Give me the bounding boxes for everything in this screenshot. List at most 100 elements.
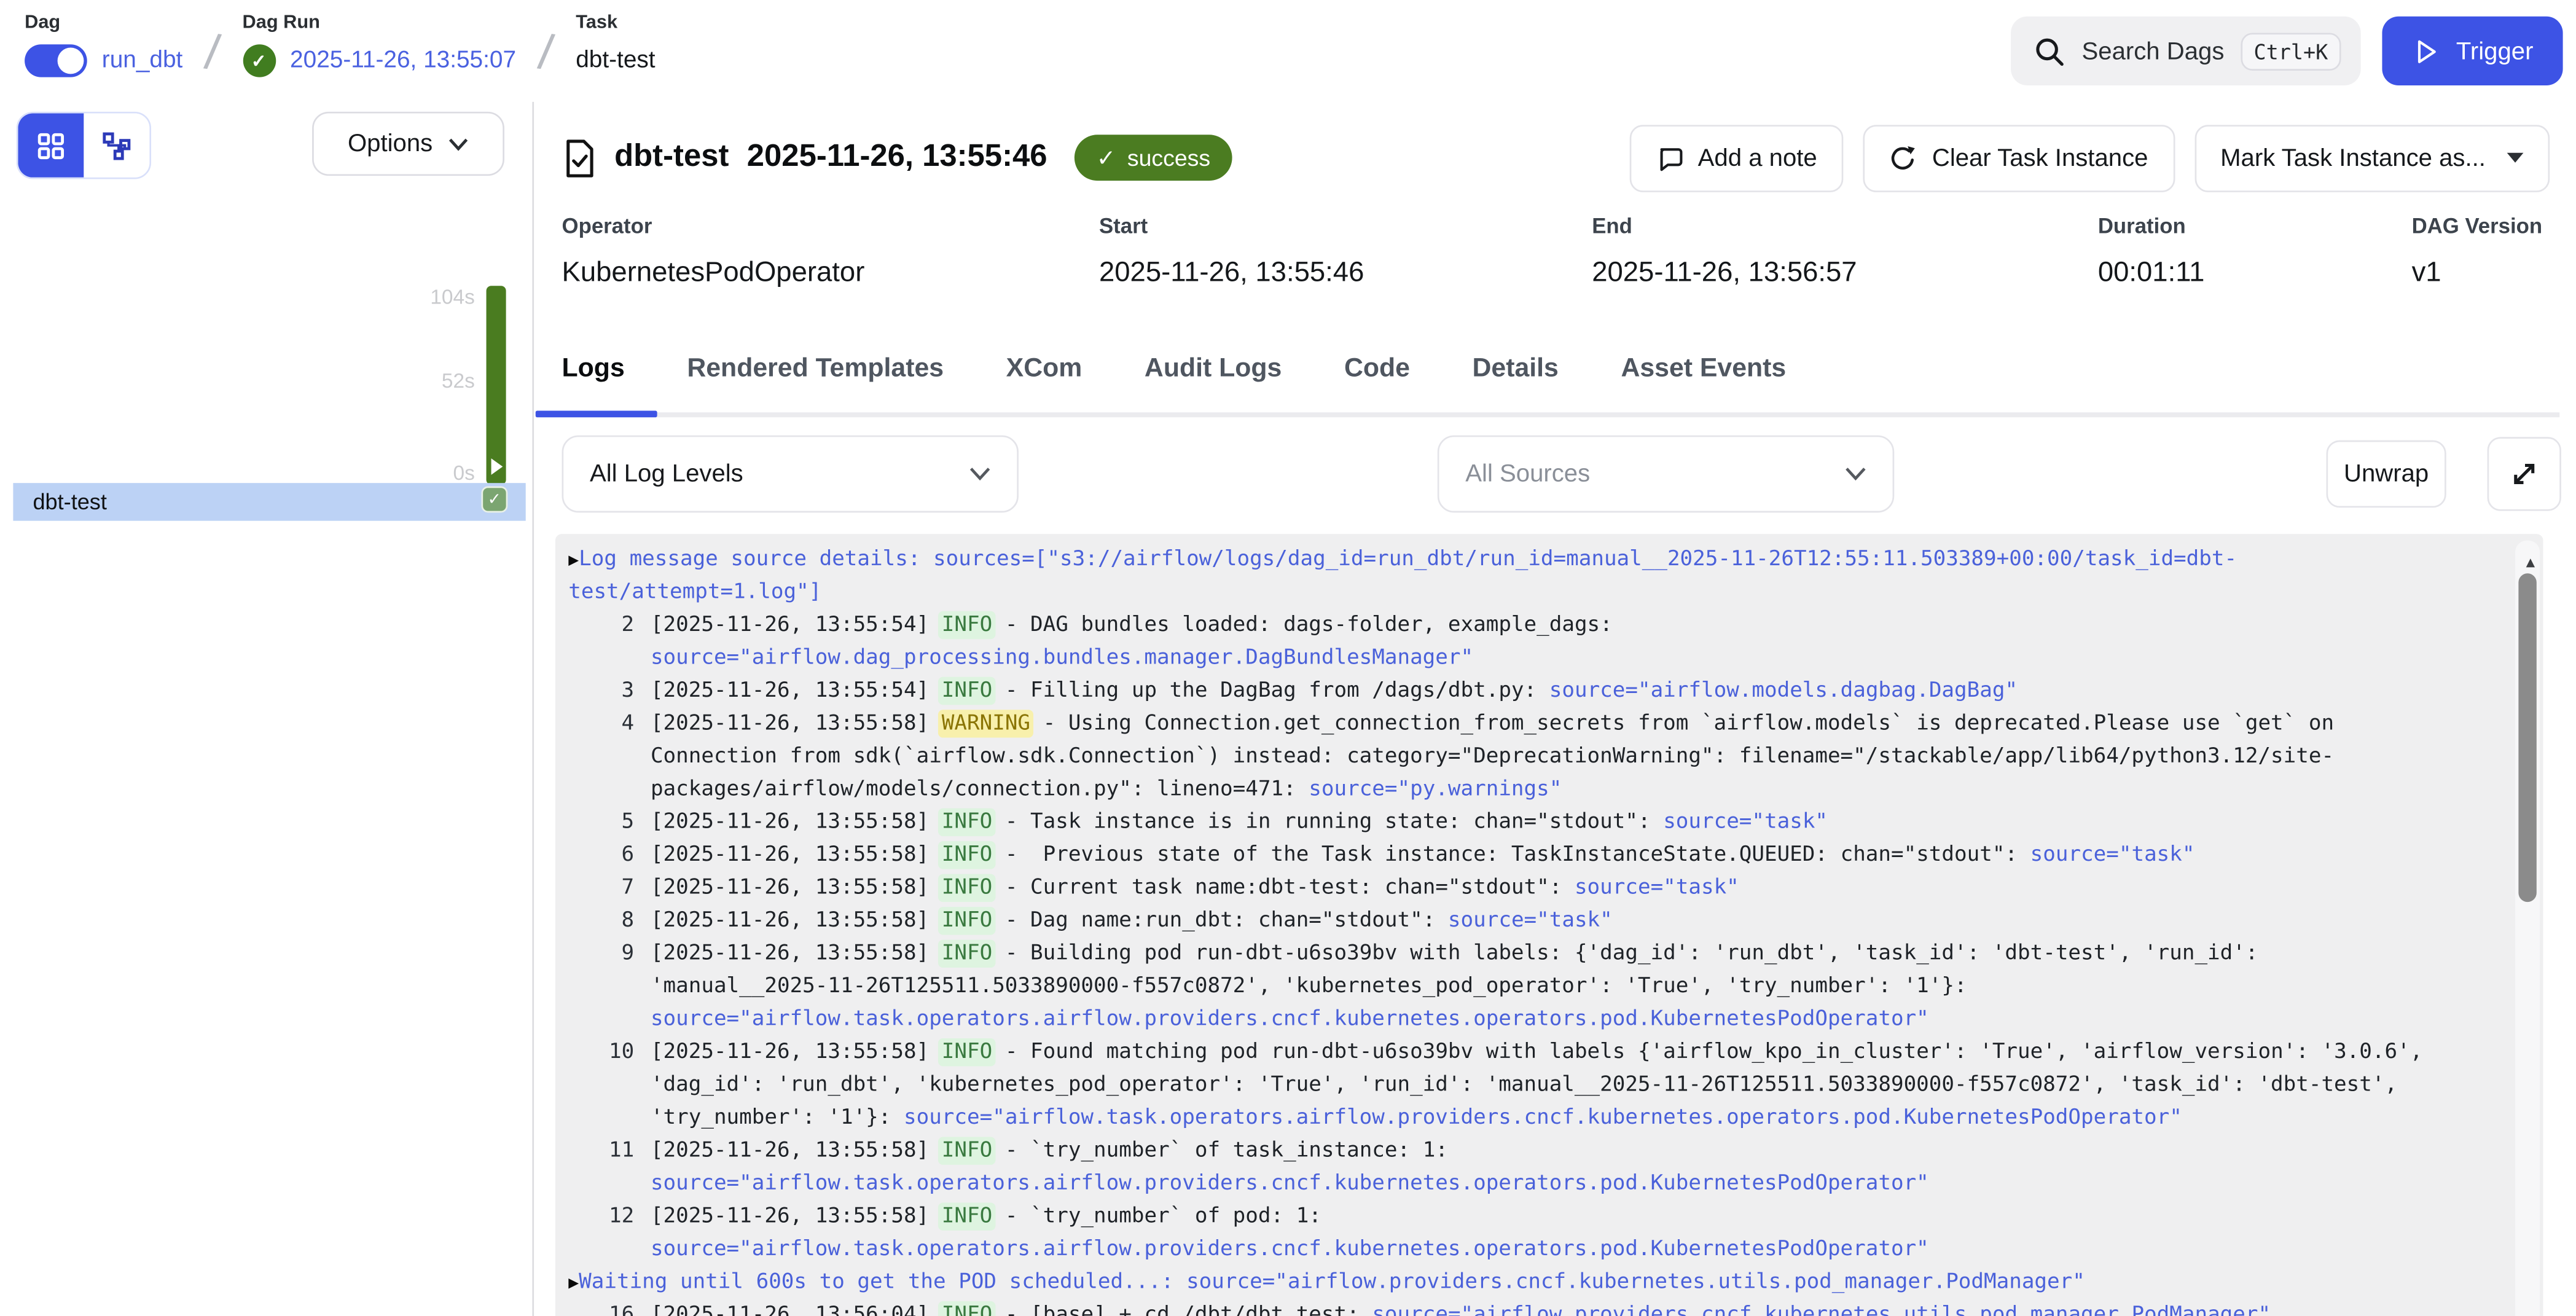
- log-entry: 16[2025-11-26, 13:56:04] INFO - [base] +…: [568, 1299, 2543, 1316]
- task-success-check-icon[interactable]: ✓: [482, 487, 508, 513]
- task-document-icon: [562, 137, 597, 178]
- duration-axis-0s: 0s: [453, 461, 475, 484]
- log-text: - Filling up the DagBag from /dags/dbt.p…: [992, 678, 1549, 703]
- log-line-content: [2025-11-26, 13:55:54] INFO - Filling up…: [651, 675, 2441, 708]
- collapse-arrow-icon[interactable]: ▶: [568, 1273, 579, 1293]
- tab-asset-events[interactable]: Asset Events: [1621, 345, 1786, 385]
- dag-run-success-icon: ✓: [243, 44, 275, 77]
- log-scrollbar-thumb[interactable]: [2518, 573, 2536, 902]
- log-level-select[interactable]: All Log Levels: [562, 436, 1019, 513]
- graph-view-button[interactable]: [84, 114, 149, 178]
- log-source-link[interactable]: source="task": [1663, 810, 1828, 834]
- tab-bar: Logs Rendered Templates XCom Audit Logs …: [536, 345, 2559, 418]
- log-source-link[interactable]: source="airflow.task.operators.airflow.p…: [651, 1237, 1929, 1262]
- log-line-content: [2025-11-26, 13:55:58] WARNING - Using C…: [651, 708, 2441, 807]
- task-detail-fields: Operator KubernetesPodOperator Start 202…: [562, 214, 2550, 289]
- tab-rendered-templates[interactable]: Rendered Templates: [687, 345, 944, 385]
- log-line-number: 6: [568, 839, 634, 872]
- log-source-link[interactable]: source="airflow.providers.cncf.kubernete…: [1372, 1303, 2271, 1316]
- collapse-arrow-icon[interactable]: ▶: [568, 550, 579, 570]
- tab-audit-logs[interactable]: Audit Logs: [1145, 345, 1282, 385]
- tab-code[interactable]: Code: [1344, 345, 1410, 385]
- tab-xcom[interactable]: XCom: [1006, 345, 1082, 385]
- add-note-button[interactable]: Add a note: [1629, 124, 1843, 192]
- log-level-info: INFO: [938, 1301, 995, 1316]
- log-source-value: All Sources: [1465, 460, 1590, 488]
- log-level-info: INFO: [938, 677, 995, 705]
- log-source-select[interactable]: All Sources: [1438, 436, 1894, 513]
- log-line-content: ▶Log message source details: sources=["s…: [568, 544, 2441, 609]
- log-line-content: [2025-11-26, 13:55:58] INFO - `try_numbe…: [651, 1135, 2441, 1201]
- log-entry: ▶Log message source details: sources=["s…: [568, 544, 2543, 609]
- clear-task-instance-button[interactable]: Clear Task Instance: [1863, 124, 2175, 192]
- check-icon: ✓: [1097, 144, 1116, 171]
- log-line-number: 8: [568, 905, 634, 938]
- duration-axis-104s: 104s: [430, 286, 474, 308]
- log-line-number: 5: [568, 807, 634, 839]
- log-line-content: ▶Waiting until 600s to get the POD sched…: [568, 1267, 2441, 1299]
- trigger-button[interactable]: Trigger: [2382, 17, 2563, 85]
- log-level-info: INFO: [938, 841, 995, 869]
- grid-view-button[interactable]: [18, 114, 84, 178]
- topbar-actions: Search Dags Ctrl+K Trigger: [2011, 17, 2563, 85]
- log-text: [2025-11-26, 13:55:58]: [651, 1040, 942, 1065]
- unwrap-button[interactable]: Unwrap: [2327, 441, 2446, 508]
- log-entry: 3 [2025-11-26, 13:55:54] INFO - Filling u…: [568, 675, 2543, 708]
- log-line-number: 3: [568, 675, 634, 708]
- log-level-warning: WARNING: [938, 710, 1033, 737]
- log-text: - `try_number` of task_instance: 1:: [992, 1138, 1460, 1163]
- log-source-link[interactable]: source="airflow.task.operators.airflow.p…: [651, 1172, 1929, 1196]
- log-level-info: INFO: [938, 1137, 995, 1164]
- options-dropdown[interactable]: Options: [312, 112, 504, 176]
- log-source-link[interactable]: source="task": [1448, 909, 1613, 933]
- search-placeholder: Search Dags: [2082, 37, 2225, 65]
- trigger-label: Trigger: [2456, 37, 2534, 65]
- dag-link[interactable]: run_dbt: [102, 48, 183, 74]
- mark-as-label: Mark Task Instance as...: [2220, 144, 2486, 171]
- task-duration-bar[interactable]: [487, 286, 506, 485]
- mark-task-instance-as-button[interactable]: Mark Task Instance as...: [2194, 124, 2550, 192]
- add-note-label: Add a note: [1698, 144, 1817, 171]
- log-entry: 7[2025-11-26, 13:55:58] INFO - Current t…: [568, 872, 2543, 905]
- log-text: [2025-11-26, 13:55:58]: [651, 810, 942, 834]
- sidebar-task-row-dbt-test[interactable]: dbt-test: [13, 483, 525, 521]
- task-instance-header: dbt-test 2025-11-26, 13:55:46 ✓ success …: [562, 123, 2550, 192]
- log-source-link[interactable]: Waiting until 600s to get the POD schedu…: [579, 1270, 2085, 1294]
- log-source-link[interactable]: source="airflow.task.operators.airflow.p…: [904, 1106, 2182, 1130]
- log-entry: 8[2025-11-26, 13:55:58] INFO - Dag name:…: [568, 905, 2543, 938]
- log-text: [2025-11-26, 13:56:04]: [651, 1303, 942, 1316]
- field-dag-version: DAG Version v1: [2412, 214, 2550, 289]
- log-level-info: INFO: [938, 907, 995, 934]
- expand-diagonal-icon: [2508, 458, 2540, 490]
- log-source-link[interactable]: source="airflow.dag_processing.bundles.m…: [651, 646, 1473, 670]
- log-source-link[interactable]: source="task": [2030, 843, 2195, 868]
- log-level-info: INFO: [938, 1038, 995, 1066]
- field-label: End: [1592, 214, 2098, 238]
- fullscreen-button[interactable]: [2488, 437, 2561, 511]
- status-text: success: [1127, 144, 1210, 171]
- breadcrumb: Dag run_dbt / Dag Run ✓ 2025-11-26, 13:5…: [25, 13, 655, 82]
- task-instance-panel: dbt-test 2025-11-26, 13:55:46 ✓ success …: [536, 102, 2576, 1316]
- field-operator: Operator KubernetesPodOperator: [562, 214, 1099, 289]
- log-line-number: 2: [568, 609, 634, 642]
- log-line-content: [2025-11-26, 13:55:58] INFO - Task insta…: [651, 807, 2441, 839]
- log-source-link[interactable]: Log message source details: sources=["s3…: [568, 547, 2237, 605]
- log-line-number: 7: [568, 872, 634, 905]
- tab-logs[interactable]: Logs: [562, 345, 625, 385]
- log-level-info: INFO: [938, 611, 995, 639]
- topbar: Dag run_dbt / Dag Run ✓ 2025-11-26, 13:5…: [0, 0, 2576, 102]
- log-viewer: ▶Log message source details: sources=["s…: [555, 534, 2543, 1316]
- log-source-link[interactable]: source="airflow.task.operators.airflow.p…: [651, 1007, 1929, 1032]
- dag-run-link[interactable]: 2025-11-26, 13:55:07: [290, 48, 516, 74]
- tab-details[interactable]: Details: [1473, 345, 1559, 385]
- search-dags-button[interactable]: Search Dags Ctrl+K: [2011, 17, 2361, 85]
- log-source-link[interactable]: source="py.warnings": [1309, 777, 1562, 802]
- log-text: - Current task name:dbt-test: chan="stdo…: [992, 875, 1575, 900]
- log-source-link[interactable]: source="airflow.models.dagbag.DagBag": [1549, 678, 2018, 703]
- log-line-content: [2025-11-26, 13:55:58] INFO - Building p…: [651, 938, 2441, 1036]
- log-entry: 9[2025-11-26, 13:55:58] INFO - Building …: [568, 938, 2543, 1036]
- dag-pause-toggle[interactable]: [25, 44, 87, 77]
- log-source-link[interactable]: source="task": [1575, 875, 1739, 900]
- duration-bar-marker-icon: [491, 458, 503, 475]
- sidebar: Options 104s 52s 0s dbt-test ✓: [0, 102, 534, 1316]
